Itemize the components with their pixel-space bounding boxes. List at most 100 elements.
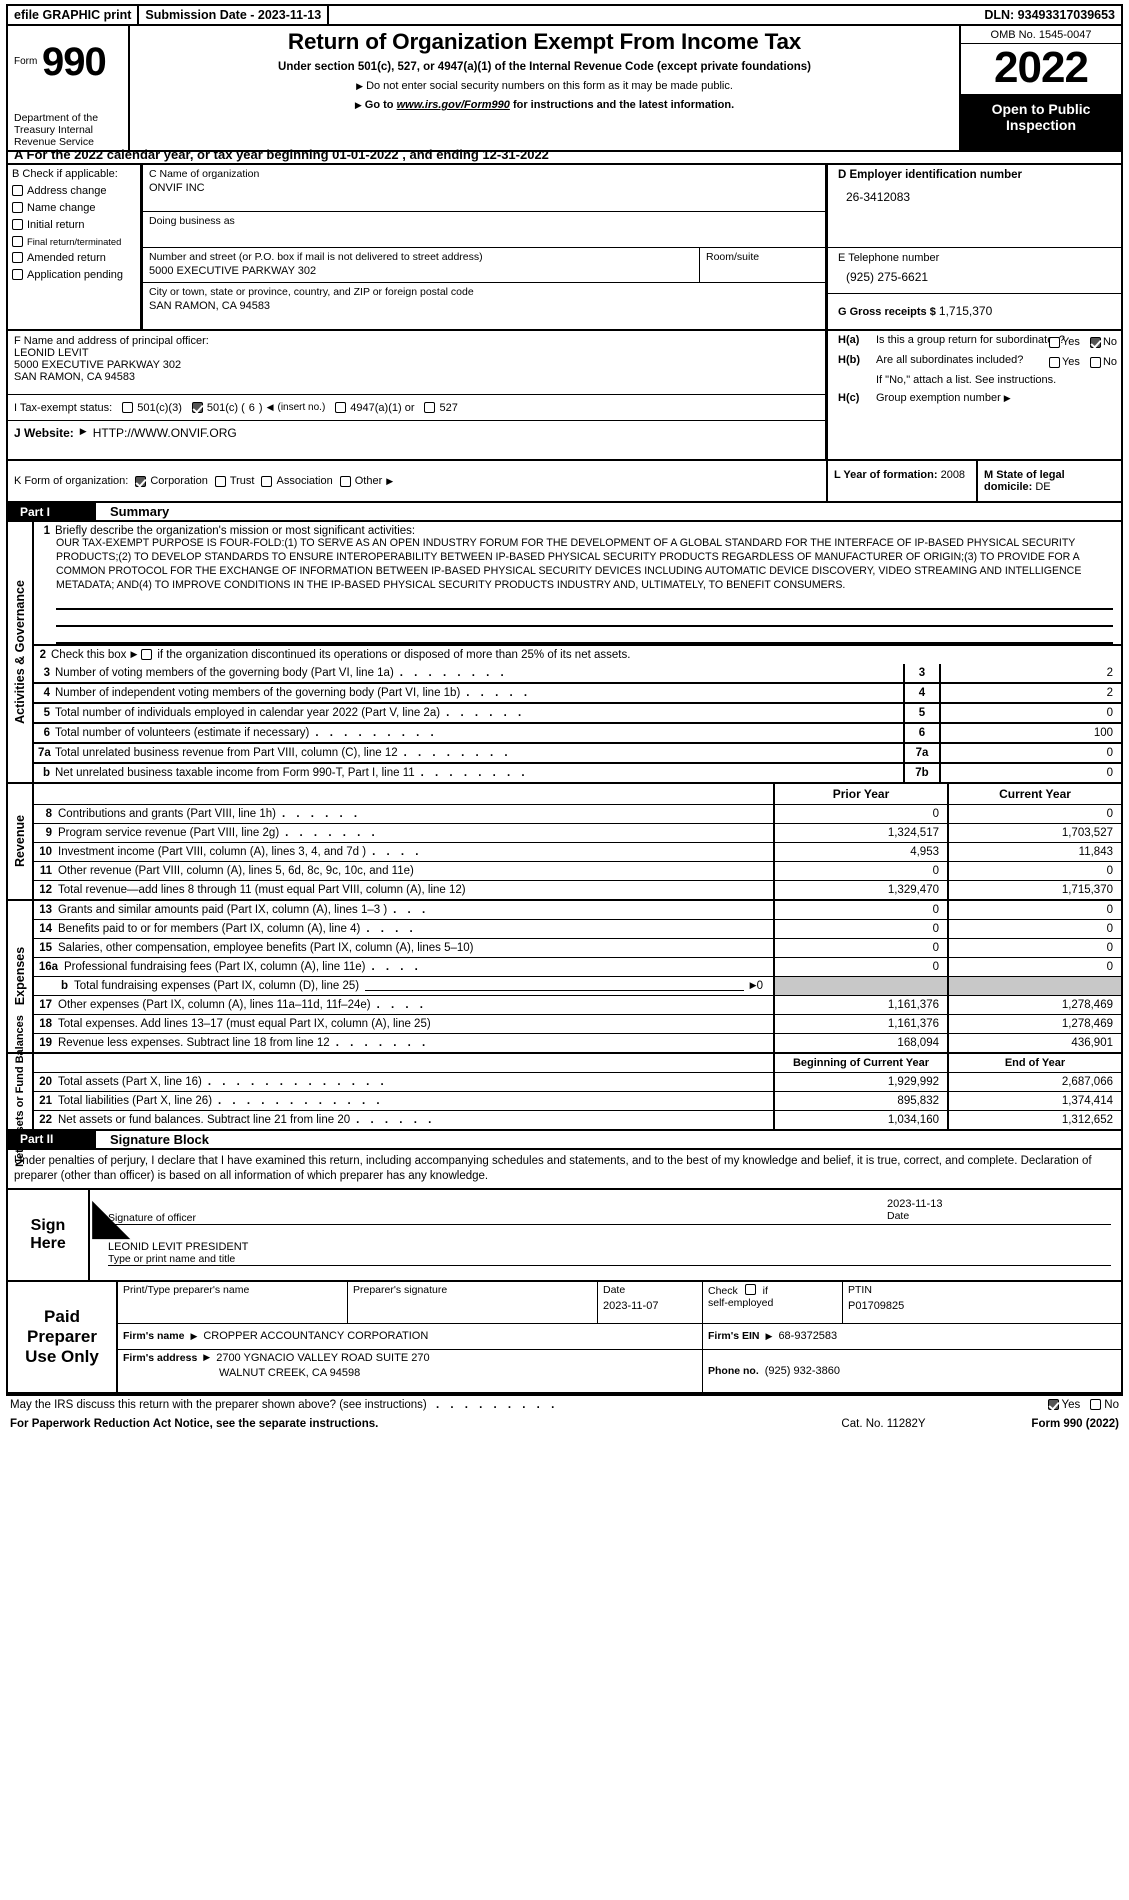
form-990-page: efile GRAPHIC print Submission Date - 20… — [0, 0, 1129, 1900]
checkbox-icon-checked[interactable] — [135, 475, 147, 487]
ein-label: D Employer identification number — [838, 169, 1023, 181]
checkbox-application-pending[interactable]: Application pending — [12, 269, 136, 281]
state-domicile-value: DE — [1035, 481, 1051, 493]
paid-label: Paid — [44, 1307, 80, 1327]
checkbox-self-employed[interactable] — [744, 1283, 756, 1295]
line-9-desc: Program service revenue (Part VIII, line… — [58, 826, 280, 839]
checkbox-icon[interactable] — [12, 252, 23, 263]
line-6-value: 100 — [1093, 726, 1113, 739]
gross-receipts-label: G Gross receipts $ — [838, 306, 936, 318]
part-2-title: Signature Block — [96, 1130, 1121, 1148]
checkbox-icon[interactable] — [1048, 356, 1060, 368]
irs-form990-link[interactable]: www.irs.gov/Form990 — [397, 99, 510, 111]
dba-cell: Doing business as — [143, 212, 825, 248]
open-to-public-badge: Open to Public Inspection — [961, 95, 1121, 150]
radio-association-label: Association — [276, 475, 333, 487]
self-employed-label: self-employed — [708, 1296, 774, 1309]
line-22-begin: 1,034,160 — [773, 1110, 947, 1129]
checkbox-icon[interactable] — [1089, 356, 1101, 368]
checkbox-discontinued-operations[interactable] — [141, 649, 153, 661]
form-note-ssn: ▶ Do not enter social security numbers o… — [130, 80, 959, 92]
expenses-body: 13 Grants and similar amounts paid (Part… — [34, 900, 1121, 1052]
preparer-label: Preparer — [27, 1326, 97, 1346]
street-room-cell: Number and street (or P.O. box if mail i… — [143, 248, 825, 283]
cat-number: Cat. No. 11282Y — [841, 1417, 926, 1430]
net-assets-section: Net Assets or Fund Balances Beginning of… — [6, 1015, 1123, 1167]
firm-ein-label: Firm's EIN — [708, 1330, 760, 1343]
radio-527-label: 527 — [439, 401, 458, 414]
checkbox-name-change[interactable]: Name change — [12, 202, 136, 214]
signature-of-officer-label[interactable]: Signature of officer — [108, 1196, 881, 1224]
h-b-no[interactable]: No — [1089, 356, 1117, 368]
h-a-yes-label: Yes — [1061, 336, 1080, 348]
checkbox-icon[interactable] — [12, 269, 23, 280]
radio-trust[interactable]: Trust — [214, 475, 254, 487]
checkbox-icon[interactable] — [424, 402, 436, 413]
line-3-desc: Number of voting members of the governin… — [55, 666, 394, 679]
section-m-state-domicile: M State of legal domicile: DE — [978, 461, 1121, 501]
preparer-signature-cell[interactable]: Preparer's signature — [348, 1281, 598, 1323]
efile-header-bar: efile GRAPHIC print Submission Date - 20… — [6, 4, 1123, 26]
form-title-block: Return of Organization Exempt From Incom… — [130, 26, 961, 150]
checkbox-icon[interactable] — [214, 475, 226, 487]
checkbox-icon[interactable] — [12, 219, 23, 230]
checkbox-final-return[interactable]: Final return/terminated — [12, 236, 136, 247]
line-8-row: 8 Contributions and grants (Part VIII, l… — [34, 803, 1121, 823]
h-b-yes[interactable]: Yes — [1048, 356, 1080, 368]
radio-4947a1[interactable]: 4947(a)(1) or — [335, 402, 414, 414]
checkbox-icon-checked[interactable] — [1089, 336, 1101, 348]
checkbox-initial-return[interactable]: Initial return — [12, 219, 136, 231]
checkbox-icon[interactable] — [1048, 336, 1060, 348]
line-17-row: 17 Other expenses (Part IX, column (A), … — [34, 994, 1121, 1014]
leader-dots: . . . . . . . . . . . . . — [207, 1075, 388, 1088]
leader-dots: . . . . . . . . — [399, 666, 508, 679]
checkbox-icon-checked[interactable] — [191, 402, 203, 413]
line-3-ref: 3 — [903, 663, 941, 682]
line-21-row: 21 Total liabilities (Part X, line 26) .… — [34, 1090, 1121, 1110]
h-a-yes[interactable]: Yes — [1048, 336, 1080, 348]
checkbox-icon[interactable] — [1090, 1399, 1102, 1411]
line-7a-value: 0 — [1106, 746, 1113, 759]
checkbox-amended-return[interactable]: Amended return — [12, 252, 136, 264]
checkbox-icon[interactable] — [335, 402, 347, 413]
radio-4947a1-label: 4947(a)(1) or — [350, 401, 415, 414]
line-3-row: 3 Number of voting members of the govern… — [34, 663, 1121, 682]
preparer-selfemployed-cell[interactable]: Check if self-employed — [703, 1281, 843, 1323]
arrow-icon: ▶ — [354, 100, 362, 110]
line-13-current: 0 — [947, 900, 1121, 919]
radio-527[interactable]: 527 — [424, 401, 458, 414]
radio-association[interactable]: Association — [261, 475, 333, 487]
radio-corporation[interactable]: Corporation — [135, 475, 208, 487]
irs-discuss-no[interactable]: No — [1090, 1399, 1119, 1411]
line-8-number: 8 — [45, 807, 52, 820]
section-f-officer: F Name and address of principal officer:… — [8, 331, 828, 459]
checkbox-icon[interactable] — [12, 202, 23, 213]
preparer-header-row: Print/Type preparer's name Preparer's si… — [118, 1281, 1121, 1324]
irs-discuss-yes[interactable]: Yes — [1047, 1399, 1080, 1411]
part-1-title: Summary — [96, 503, 1121, 520]
line-7a-ref: 7a — [903, 743, 941, 762]
checkbox-icon-checked[interactable] — [1047, 1399, 1059, 1411]
revenue-sidebar-label: Revenue — [13, 815, 27, 868]
line-16b-desc: Total fundraising expenses (Part IX, col… — [74, 979, 360, 992]
radio-501c3[interactable]: 501(c)(3) — [122, 402, 182, 414]
checkbox-icon[interactable] — [12, 185, 23, 196]
checkbox-icon[interactable] — [339, 475, 351, 487]
signature-date-label: Date — [887, 1209, 910, 1222]
radio-501c-other[interactable]: 501(c) ( 6 ) ◀ (insert no.) — [191, 401, 325, 414]
checkbox-icon[interactable] — [261, 475, 273, 487]
website-value[interactable]: HTTP://WWW.ONVIF.ORG — [93, 426, 237, 440]
part-1-label: Part I — [20, 504, 51, 519]
radio-other[interactable]: Other ▶ — [339, 475, 393, 487]
radio-501c-number: 6 — [248, 401, 255, 414]
firm-address-value: 2700 YGNACIO VALLEY ROAD SUITE 270 — [216, 1351, 430, 1364]
line-8-prior: 0 — [773, 804, 947, 823]
line-11-row: 11 Other revenue (Part VIII, column (A),… — [34, 860, 1121, 880]
leader-dots: . . . . — [376, 998, 427, 1011]
checkbox-icon[interactable] — [12, 236, 23, 247]
preparer-printname-cell[interactable]: Print/Type preparer's name — [118, 1281, 348, 1323]
checkbox-icon[interactable] — [122, 402, 134, 413]
h-a-no[interactable]: No — [1089, 336, 1117, 348]
checkbox-address-change[interactable]: Address change — [12, 185, 136, 197]
irs-discuss-no-label: No — [1104, 1398, 1119, 1411]
